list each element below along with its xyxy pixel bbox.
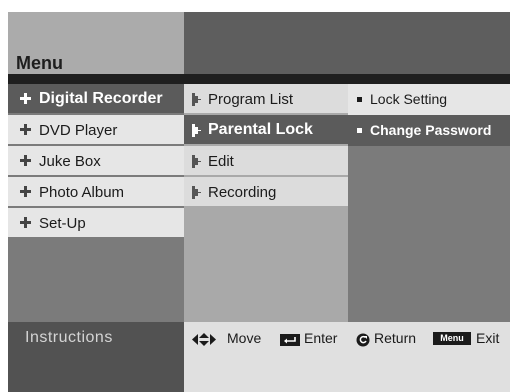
- exit-hint: Exit: [476, 330, 500, 346]
- header-title-panel: Menu: [8, 12, 184, 74]
- instructions-title-panel: Instructions: [8, 322, 184, 392]
- main-menu-label: Photo Album: [39, 184, 125, 201]
- sub-menu-label: Parental Lock: [208, 121, 313, 138]
- instructions-panel: Move Enter Return Menu Exit: [184, 322, 510, 392]
- move-hint: Move: [227, 330, 262, 346]
- sub-menu-item-edit[interactable]: Edit: [184, 146, 348, 177]
- main-menu-item-photo-album[interactable]: Photo Album: [8, 177, 184, 208]
- sub-menu-item-parental-lock[interactable]: Parental Lock: [184, 115, 348, 146]
- main-menu-label: Set-Up: [39, 215, 86, 232]
- page-title: Menu: [16, 53, 63, 73]
- option-label: Lock Setting: [370, 91, 448, 107]
- main-menu-item-juke-box[interactable]: Juke Box: [8, 146, 184, 177]
- header-divider: [8, 74, 510, 84]
- step-arrow-icon: [192, 124, 201, 137]
- instructions-title: Instructions: [25, 329, 113, 346]
- main-menu-label: Digital Recorder: [39, 90, 163, 107]
- enter-hint: Enter: [304, 330, 338, 346]
- step-arrow-icon: [192, 155, 201, 168]
- return-icon: [356, 333, 370, 347]
- sub-menu-label: Edit: [208, 153, 234, 170]
- main-menu-item-digital-recorder[interactable]: Digital Recorder: [8, 84, 184, 115]
- cross-bullet-icon: [20, 93, 31, 104]
- instructions-bar: Instructions Move Enter Return Menu Exit: [8, 322, 510, 392]
- cross-bullet-icon: [20, 217, 31, 228]
- step-arrow-icon: [192, 93, 201, 106]
- cross-bullet-icon: [20, 124, 31, 135]
- option-lock-setting[interactable]: Lock Setting: [348, 84, 510, 115]
- sub-menu-item-recording[interactable]: Recording: [184, 177, 348, 208]
- square-bullet-icon: [357, 97, 362, 102]
- cross-bullet-icon: [20, 155, 31, 166]
- menu-header: Menu: [8, 12, 510, 74]
- options-menu: Lock Setting Change Password: [348, 84, 510, 322]
- sub-menu: Program List Parental Lock Edit Recordin…: [184, 84, 348, 322]
- main-menu-label: DVD Player: [39, 122, 118, 139]
- main-menu-item-dvd-player[interactable]: DVD Player: [8, 115, 184, 146]
- sub-menu-label: Recording: [208, 184, 277, 201]
- menu-key-icon: Menu: [433, 332, 471, 345]
- menu-screen: Menu Digital Recorder DVD Player Juke Bo…: [8, 12, 510, 392]
- cross-bullet-icon: [20, 186, 31, 197]
- enter-key-icon: [280, 334, 300, 346]
- sub-menu-label: Program List: [208, 91, 294, 108]
- sub-menu-item-program-list[interactable]: Program List: [184, 84, 348, 115]
- option-label: Change Password: [370, 122, 492, 138]
- return-hint: Return: [374, 330, 417, 346]
- main-menu-item-set-up[interactable]: Set-Up: [8, 208, 184, 239]
- option-change-password[interactable]: Change Password: [348, 115, 510, 146]
- step-arrow-icon: [192, 186, 201, 199]
- square-bullet-icon: [357, 128, 362, 133]
- main-menu-label: Juke Box: [39, 153, 101, 170]
- main-menu: Digital Recorder DVD Player Juke Box Pho…: [8, 84, 184, 322]
- direction-arrows-icon: [192, 333, 216, 346]
